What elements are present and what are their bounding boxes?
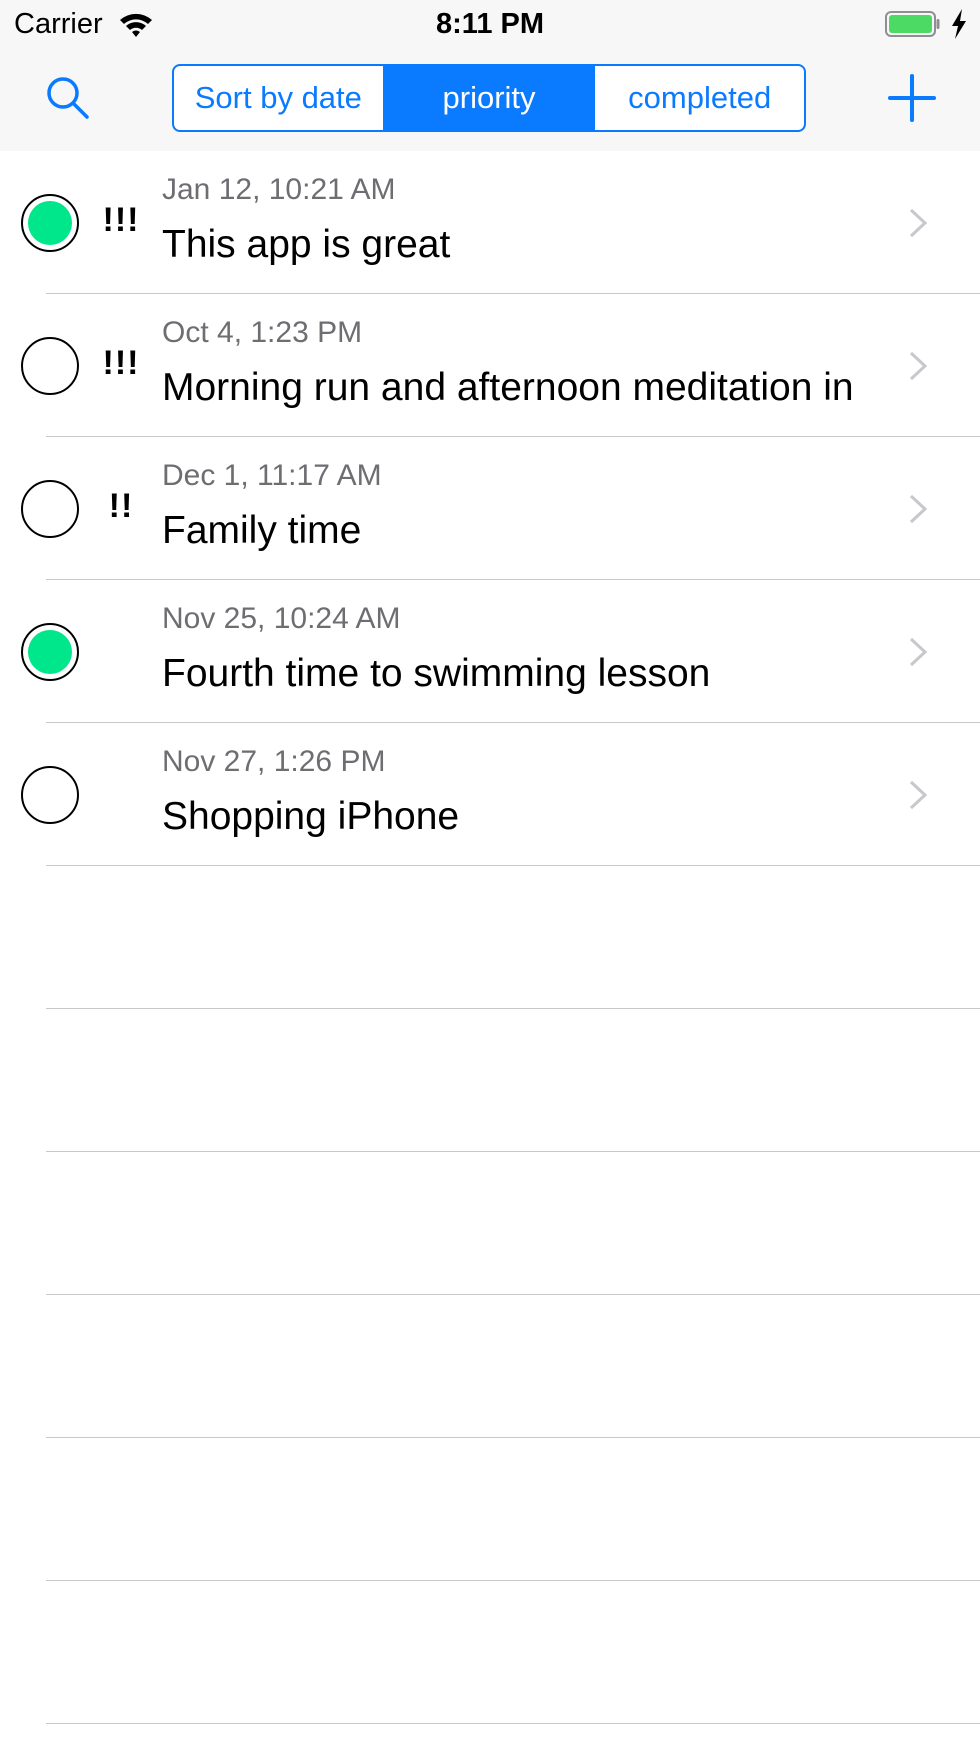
task-row[interactable]: !!! Oct 4, 1:23 PM Morning run and after… — [0, 294, 980, 437]
completion-checkbox[interactable] — [21, 337, 79, 395]
navigation-bar: Sort by date priority completed — [0, 50, 980, 151]
task-date: Dec 1, 11:17 AM — [162, 459, 382, 492]
charging-icon — [952, 9, 966, 39]
task-date: Oct 4, 1:23 PM — [162, 316, 363, 349]
priority-indicator: !!! — [102, 344, 140, 382]
task-date: Jan 12, 10:21 AM — [162, 173, 396, 206]
task-row[interactable]: !!! Jan 12, 10:21 AM This app is great — [0, 151, 980, 294]
segment-label: Sort by date — [194, 80, 362, 115]
chevron-right-icon — [909, 351, 928, 381]
task-row[interactable]: Nov 27, 1:26 PM Shopping iPhone — [0, 723, 980, 866]
chevron-right-icon — [909, 780, 928, 810]
empty-row — [0, 1438, 980, 1581]
segment-priority[interactable]: priority — [382, 66, 594, 130]
plus-icon[interactable] — [884, 70, 940, 126]
segment-completed[interactable]: completed — [593, 66, 804, 130]
empty-row — [0, 1152, 980, 1295]
segment-sort-by-date[interactable]: Sort by date — [174, 66, 383, 130]
task-title: Morning run and afternoon meditation in — [162, 366, 854, 409]
completion-checkbox[interactable] — [21, 766, 79, 824]
task-row[interactable]: Nov 25, 10:24 AM Fourth time to swimming… — [0, 580, 980, 723]
row-separator — [46, 1723, 980, 1724]
empty-row — [0, 1295, 980, 1438]
status-time: 8:11 PM — [436, 8, 544, 40]
task-date: Nov 25, 10:24 AM — [162, 602, 401, 635]
task-title: This app is great — [162, 223, 451, 266]
task-title: Family time — [162, 509, 362, 552]
priority-indicator: !!! — [102, 201, 140, 239]
segment-label: completed — [628, 80, 772, 115]
completion-checkbox[interactable] — [21, 480, 79, 538]
task-date: Nov 27, 1:26 PM — [162, 745, 386, 778]
status-bar: Carrier 8:11 PM — [0, 0, 980, 50]
empty-row — [0, 1581, 980, 1724]
task-title: Fourth time to swimming lesson — [162, 652, 711, 695]
task-list: !!! Jan 12, 10:21 AM This app is great !… — [0, 151, 980, 1724]
task-row[interactable]: !! Dec 1, 11:17 AM Family time — [0, 437, 980, 580]
priority-indicator: !! — [108, 487, 134, 525]
empty-row — [0, 866, 980, 1009]
sort-segmented-control: Sort by date priority completed — [172, 64, 806, 132]
segment-label: priority — [442, 80, 536, 115]
empty-row — [0, 1009, 980, 1152]
chevron-right-icon — [909, 494, 928, 524]
chevron-right-icon — [909, 637, 928, 667]
completion-checkbox[interactable] — [21, 623, 79, 681]
completion-checkbox[interactable] — [21, 194, 79, 252]
battery-icon — [885, 11, 940, 37]
chevron-right-icon — [909, 208, 928, 238]
search-icon[interactable] — [40, 70, 96, 126]
task-title: Shopping iPhone — [162, 795, 460, 838]
